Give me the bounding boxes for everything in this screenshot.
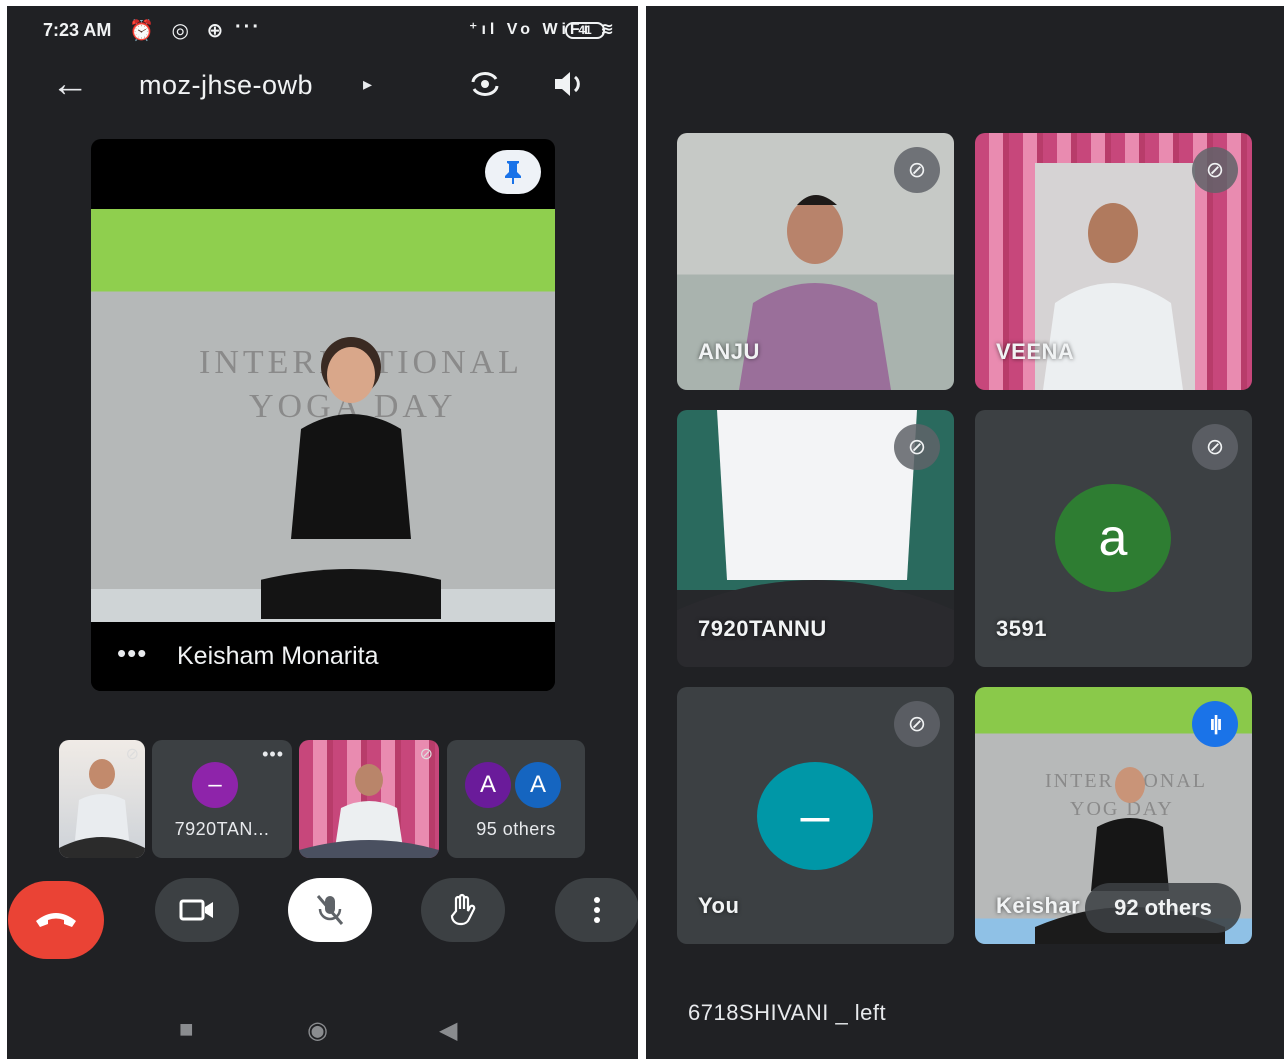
- mic-off-icon: ⊘: [1192, 147, 1238, 193]
- avatar: A: [465, 762, 511, 808]
- strip-tile-video-2[interactable]: ⊘: [299, 740, 439, 858]
- pinned-participant-tile[interactable]: INTERNATIONAL YOGA DAY ••• Keisham Monar…: [91, 139, 555, 691]
- mic-off-icon: ⊘: [894, 424, 940, 470]
- mic-off-icon: ⊘: [419, 746, 433, 763]
- avatar: a: [1055, 484, 1171, 592]
- participant-name: Keishar: [996, 893, 1081, 918]
- pinned-participant-name: Keisham Monarita: [177, 642, 379, 670]
- participant-tile-7920tannu[interactable]: ⊘ 7920TANNU: [677, 410, 954, 667]
- nav-recent-icon[interactable]: ■: [179, 1016, 194, 1044]
- battery-icon: 41: [565, 22, 605, 39]
- end-call-button[interactable]: [8, 881, 104, 959]
- overflow-icon: ···: [235, 16, 261, 38]
- participant-name: 7920TANNU: [698, 616, 827, 641]
- participant-name: You: [698, 893, 740, 918]
- left-phone-screen: 7:23 AM ⏰ ◎ ⊕ ··· ⁺ıl Vo WiFi ≋ 41 ← moz…: [7, 6, 638, 1059]
- strip-label: 7920TAN...: [174, 819, 270, 839]
- others-count-badge[interactable]: 92 others: [1085, 883, 1241, 933]
- mic-off-icon: ⊘: [1192, 424, 1238, 470]
- strip-label: 95 others: [476, 819, 556, 839]
- camera-switch-icon[interactable]: [467, 66, 503, 109]
- svg-text:YOG DAY: YOG DAY: [1070, 798, 1174, 820]
- pinned-name-bar: ••• Keisham Monarita: [91, 622, 555, 691]
- nav-back-icon[interactable]: ◀: [439, 1016, 457, 1045]
- mic-off-icon: ⊘: [894, 147, 940, 193]
- participant-figure: [299, 764, 439, 858]
- mic-off-button[interactable]: [288, 878, 372, 942]
- more-options-icon[interactable]: •••: [262, 745, 284, 763]
- strip-tile-7920tannu[interactable]: ••• – 7920TAN...: [152, 740, 292, 858]
- participant-name: 3591: [996, 616, 1047, 641]
- participant-name: VEENA: [996, 339, 1075, 364]
- raise-hand-button[interactable]: [421, 878, 505, 942]
- strip-tile-video-1[interactable]: ⊘: [59, 740, 145, 858]
- speaking-indicator-icon: ı|ı: [1192, 701, 1238, 747]
- participant-left-message: 6718SHIVANI _ left: [688, 1000, 887, 1025]
- notification-icons: ⏰ ◎ ⊕: [129, 20, 230, 42]
- participant-tile-3591[interactable]: ⊘ a 3591: [975, 410, 1252, 667]
- camera-button[interactable]: [155, 878, 239, 942]
- avatar: –: [192, 762, 238, 808]
- meeting-code[interactable]: moz-jhse-owb: [139, 70, 313, 101]
- mic-off-icon: ⊘: [125, 746, 139, 763]
- avatar: A: [515, 762, 561, 808]
- participant-tile-veena[interactable]: ⊘ VEENA: [975, 133, 1252, 390]
- speaker-icon[interactable]: [551, 66, 587, 109]
- more-options-button[interactable]: [555, 878, 638, 942]
- participant-tile-you[interactable]: ⊘ – You: [677, 687, 954, 944]
- status-time: 7:23 AM: [43, 20, 112, 40]
- pinned-video: INTERNATIONAL YOGA DAY: [91, 209, 555, 622]
- status-bar: 7:23 AM ⏰ ◎ ⊕ ··· ⁺ıl Vo WiFi ≋ 41: [7, 6, 638, 54]
- participant-tile-anju[interactable]: ⊘ ANJU: [677, 133, 954, 390]
- participant-tile-keisham[interactable]: INTER TIONAL YOG DAY ı|ı Keishar 92 othe…: [975, 687, 1252, 944]
- more-options-icon[interactable]: •••: [117, 640, 147, 666]
- nav-home-icon[interactable]: ◉: [307, 1016, 328, 1045]
- chevron-right-icon[interactable]: ▸: [363, 74, 372, 95]
- strip-tile-others[interactable]: A A 95 others: [447, 740, 585, 858]
- participant-figure: [261, 337, 441, 619]
- back-arrow-icon[interactable]: ←: [51, 64, 89, 104]
- participant-name: ANJU: [698, 339, 760, 364]
- right-phone-screen: ⊘ ANJU ⊘ VEENA ⊘ 7920TANNU ⊘ a 3591 ⊘ – …: [646, 6, 1284, 1059]
- avatar: –: [757, 762, 873, 870]
- pin-icon[interactable]: [485, 150, 541, 194]
- mic-off-icon: ⊘: [894, 701, 940, 747]
